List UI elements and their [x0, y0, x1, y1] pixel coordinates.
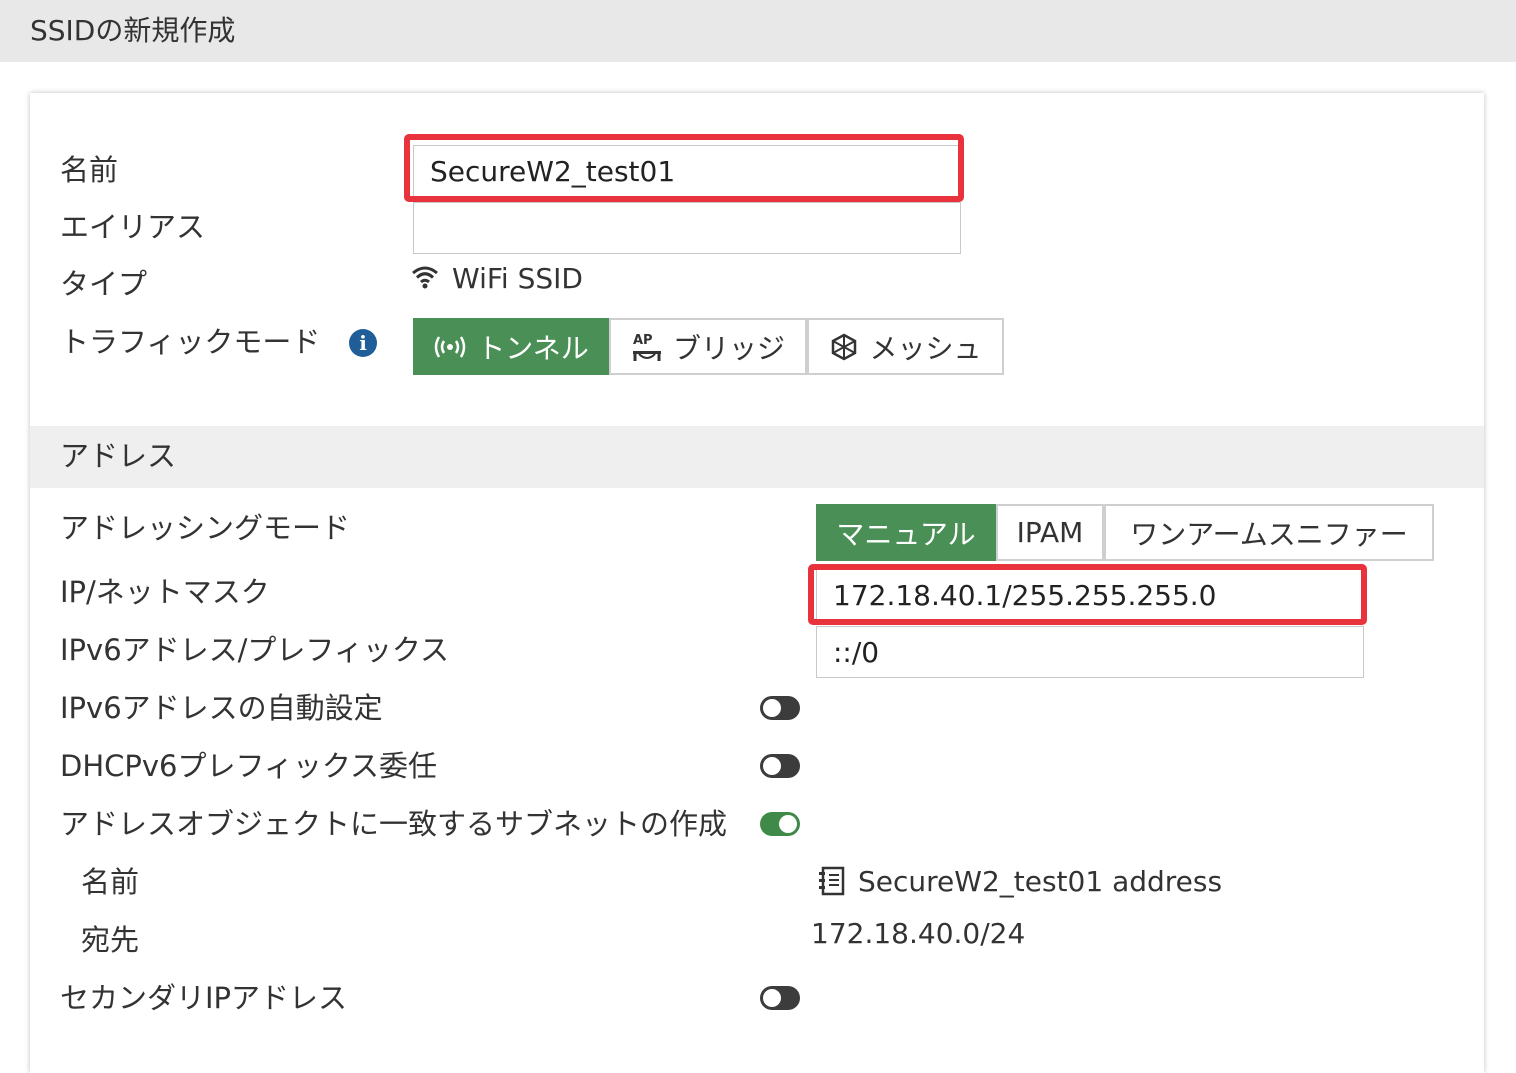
toggle-knob [763, 699, 781, 717]
name-label: 名前 [60, 153, 119, 187]
alias-input[interactable] [413, 202, 961, 254]
create-subnet-label: アドレスオブジェクトに一致するサブネットの作成 [60, 807, 728, 841]
addressing-mode-one-arm-sniffer-label: ワンアームスニファー [1130, 517, 1408, 551]
ipv6-prefix-input[interactable] [816, 626, 1364, 678]
type-value: WiFi SSID [452, 262, 583, 295]
broadcast-icon [433, 334, 467, 360]
addressing-mode-manual-label: マニュアル [836, 517, 976, 551]
traffic-mode-tunnel-label: トンネル [477, 331, 589, 365]
address-object-icon [818, 866, 846, 896]
ipv6-auto-config-label: IPv6アドレスの自動設定 [60, 691, 383, 725]
svg-text:AP: AP [633, 333, 653, 348]
secondary-ip-label: セカンダリIPアドレス [60, 981, 348, 1015]
alias-label: エイリアス [60, 210, 206, 244]
traffic-mode-label: トラフィックモード [60, 325, 321, 359]
ap-bridge-icon: AP [631, 331, 663, 363]
addressing-mode-one-arm-sniffer[interactable]: ワンアームスニファー [1104, 504, 1434, 561]
addressing-mode-ipam-label: IPAM [1016, 516, 1084, 549]
subnet-name-label: 名前 [81, 865, 140, 899]
wifi-icon [410, 263, 440, 293]
address-section-header [30, 426, 1484, 488]
name-input[interactable] [413, 145, 959, 197]
traffic-mode-mesh-label: メッシュ [869, 331, 982, 365]
toggle-knob [763, 757, 781, 775]
toggle-knob [763, 989, 781, 1007]
page-title: SSIDの新規作成 [0, 0, 1516, 62]
traffic-mode-bridge-label: ブリッジ [672, 331, 785, 365]
ip-netmask-input[interactable] [816, 569, 1362, 621]
create-subnet-toggle[interactable] [760, 812, 800, 836]
ip-netmask-label: IP/ネットマスク [60, 575, 270, 609]
traffic-mode-mesh[interactable]: メッシュ [807, 318, 1004, 375]
ssid-form-card: 名前 エイリアス タイプ WiFi SSID トラフィックモード i トンネル [30, 93, 1484, 1073]
toggle-knob [779, 815, 797, 833]
ipv6-auto-config-toggle[interactable] [760, 696, 800, 720]
mesh-icon [829, 332, 859, 362]
subnet-destination-value: 172.18.40.0/24 [811, 917, 1026, 950]
addressing-mode-manual[interactable]: マニュアル [816, 504, 996, 561]
ipv6-prefix-label: IPv6アドレス/プレフィックス [60, 633, 449, 667]
dhcpv6-prefix-delegation-label: DHCPv6プレフィックス委任 [60, 749, 438, 783]
info-icon[interactable]: i [349, 329, 377, 357]
subnet-name-value: SecureW2_test01 address [858, 865, 1223, 898]
type-label: タイプ [60, 267, 148, 301]
traffic-mode-tunnel[interactable]: トンネル [413, 318, 609, 375]
address-section-title: アドレス [60, 439, 177, 473]
traffic-mode-bridge[interactable]: AP ブリッジ [609, 318, 807, 375]
subnet-destination-label: 宛先 [81, 923, 140, 957]
dhcpv6-prefix-delegation-toggle[interactable] [760, 754, 800, 778]
addressing-mode-ipam[interactable]: IPAM [996, 504, 1104, 561]
addressing-mode-label: アドレッシングモード [60, 511, 351, 545]
secondary-ip-toggle[interactable] [760, 986, 800, 1010]
